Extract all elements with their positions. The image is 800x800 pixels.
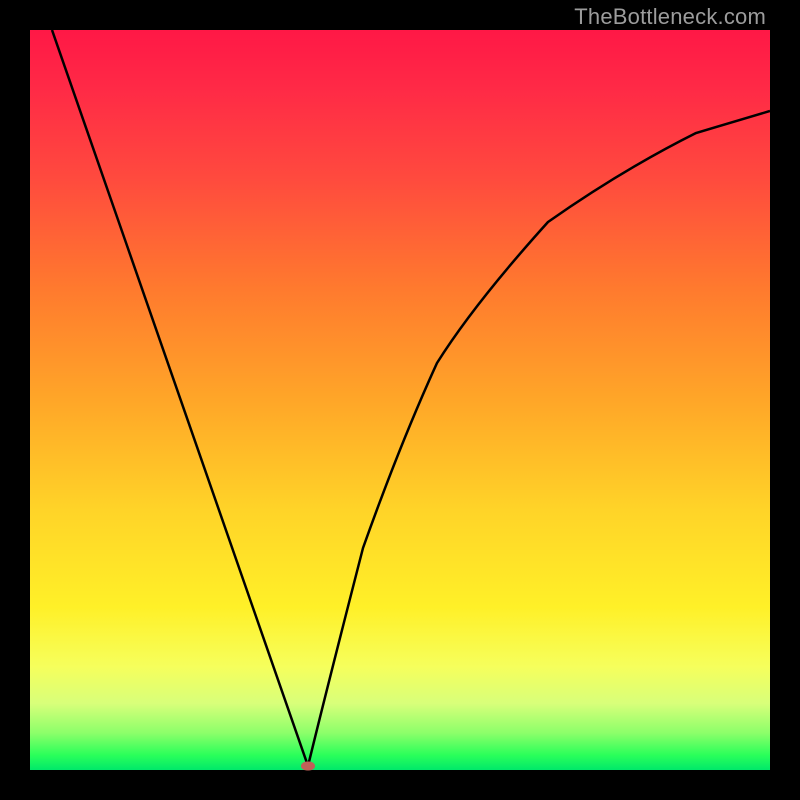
left-branch-curve [52,30,308,766]
optimum-marker [301,762,315,771]
chart-frame: TheBottleneck.com [0,0,800,800]
right-branch-curve [308,111,770,766]
plot-area [30,30,770,770]
curve-svg [30,30,770,770]
watermark-text: TheBottleneck.com [574,4,766,30]
